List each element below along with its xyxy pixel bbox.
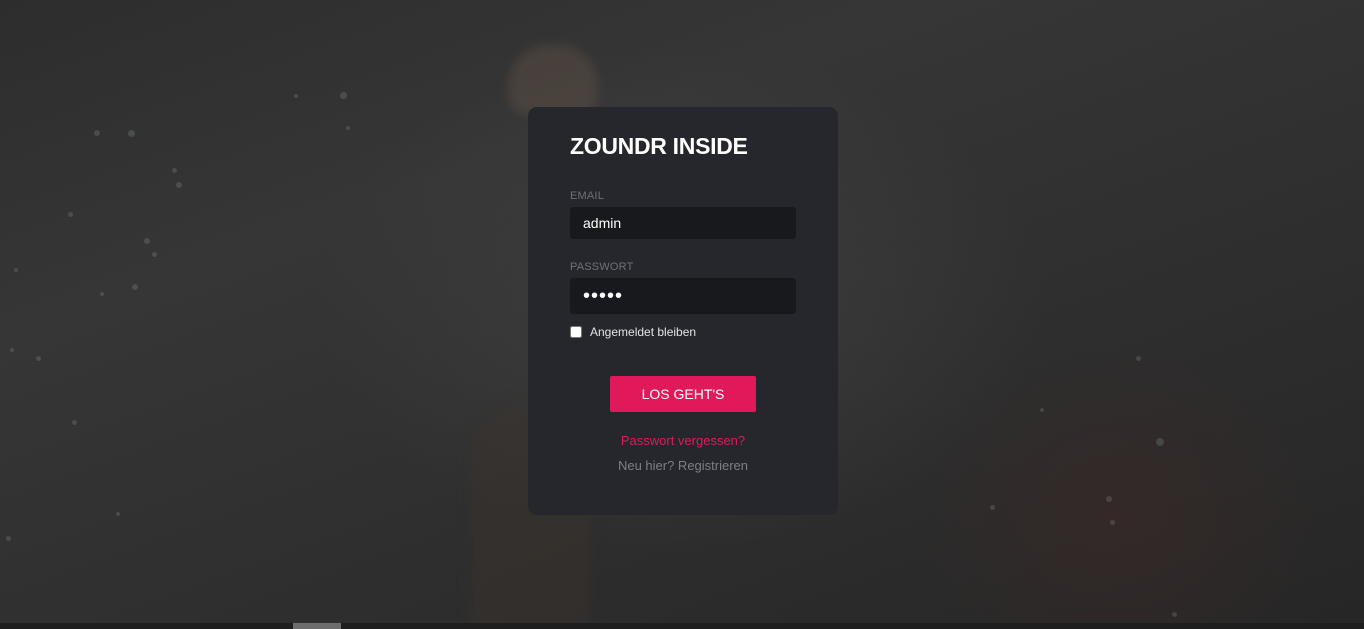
background-dot bbox=[68, 212, 73, 217]
background-dot bbox=[152, 252, 157, 257]
background-dot bbox=[1156, 438, 1164, 446]
email-field[interactable] bbox=[570, 207, 796, 239]
background-dot bbox=[116, 512, 120, 516]
background-dot bbox=[144, 238, 150, 244]
remember-me-label[interactable]: Angemeldet bleiben bbox=[590, 325, 696, 339]
register-link[interactable]: Neu hier? Registrieren bbox=[528, 458, 838, 473]
background-dot bbox=[14, 268, 18, 272]
background-dot bbox=[72, 420, 77, 425]
login-card: ZOUNDR INSIDE EMAIL PASSWORT ••••• Angem… bbox=[528, 107, 838, 515]
scrollbar-thumb[interactable] bbox=[293, 623, 341, 629]
horizontal-scrollbar[interactable] bbox=[0, 623, 1364, 629]
background-dot bbox=[94, 130, 100, 136]
login-title: ZOUNDR INSIDE bbox=[570, 133, 748, 159]
background-dot bbox=[36, 356, 41, 361]
background-dot bbox=[1040, 408, 1044, 412]
background-dot bbox=[6, 536, 11, 541]
remember-me-checkbox[interactable] bbox=[570, 326, 582, 338]
background-dot bbox=[128, 130, 135, 137]
background-dot bbox=[1110, 520, 1115, 525]
background-dot bbox=[1136, 356, 1141, 361]
remember-me-row[interactable]: Angemeldet bleiben bbox=[570, 325, 696, 339]
forgot-password-link[interactable]: Passwort vergessen? bbox=[528, 433, 838, 448]
background-dot bbox=[100, 292, 104, 296]
password-label: PASSWORT bbox=[570, 261, 634, 273]
password-field[interactable]: ••••• bbox=[570, 278, 796, 314]
background-dot bbox=[990, 505, 995, 510]
background-dot bbox=[1106, 496, 1112, 502]
background-hand bbox=[508, 45, 598, 115]
background-dot bbox=[132, 284, 138, 290]
background-dot bbox=[346, 126, 350, 130]
background-dot bbox=[1172, 612, 1177, 617]
background-dot bbox=[172, 168, 177, 173]
background-dot bbox=[10, 348, 14, 352]
background-dot bbox=[340, 92, 347, 99]
email-label: EMAIL bbox=[570, 190, 605, 202]
background-dot bbox=[176, 182, 182, 188]
background-dot bbox=[294, 94, 298, 98]
login-button[interactable]: LOS GEHT'S bbox=[610, 376, 756, 412]
